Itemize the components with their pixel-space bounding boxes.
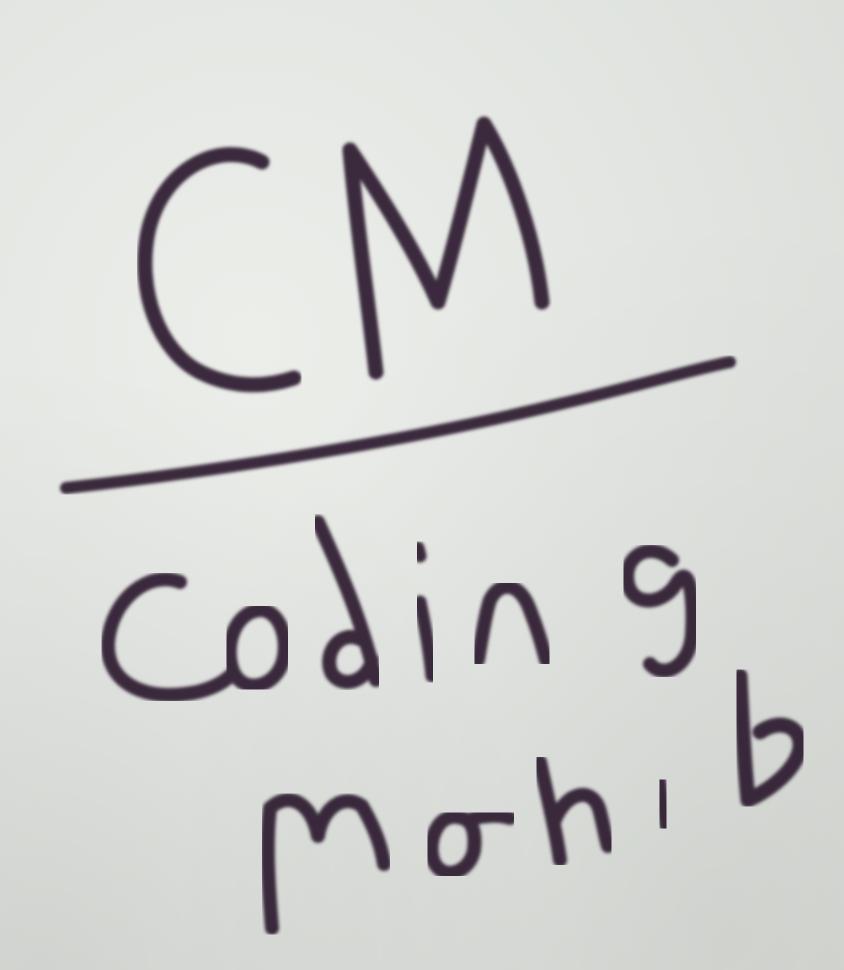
monogram-letter-m xyxy=(342,116,550,380)
word-coding-i xyxy=(411,541,439,683)
handwritten-logo xyxy=(60,116,808,935)
handwritten-note-photo: CM Coding mohib xyxy=(0,0,844,970)
monogram-letter-c xyxy=(137,147,302,393)
word-mohib-o xyxy=(424,808,517,880)
word-coding-n xyxy=(471,579,553,667)
word-mohib-h xyxy=(533,755,615,867)
word-mohib-b xyxy=(732,668,808,808)
word-coding-o xyxy=(222,603,292,693)
divider-line xyxy=(60,356,736,494)
word-coding-c xyxy=(100,572,237,702)
word-coding-g xyxy=(620,544,700,678)
word-mohib-m xyxy=(260,793,391,935)
word-mohib-i xyxy=(653,775,673,833)
word-coding-d xyxy=(311,515,383,689)
